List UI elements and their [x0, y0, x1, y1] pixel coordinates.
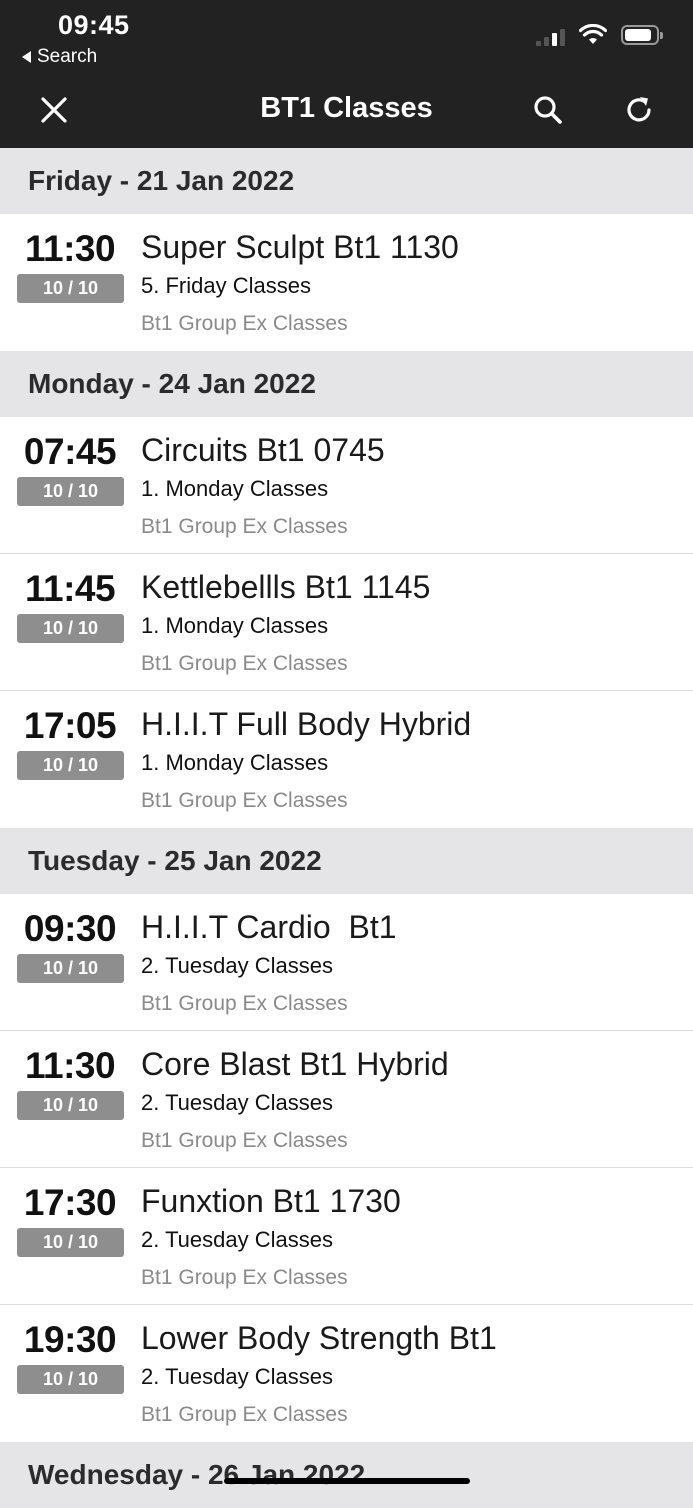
class-group: Bt1 Group Ex Classes — [141, 992, 348, 1015]
class-name: Lower Body Strength Bt1 — [141, 1320, 497, 1356]
back-arrow-icon — [22, 51, 31, 63]
class-row[interactable]: 11:30 10 / 10 Super Sculpt Bt1 1130 5. F… — [0, 214, 693, 351]
class-group: Bt1 Group Ex Classes — [141, 1403, 348, 1426]
class-group: Bt1 Group Ex Classes — [141, 789, 348, 812]
class-category: 5. Friday Classes — [141, 273, 311, 298]
page-title: BT1 Classes — [260, 92, 433, 124]
class-category: 2. Tuesday Classes — [141, 1227, 333, 1252]
class-name: H.I.I.T Cardio Bt1 — [141, 909, 397, 945]
class-group: Bt1 Group Ex Classes — [141, 1129, 348, 1152]
class-category: 2. Tuesday Classes — [141, 1090, 333, 1115]
class-name: Funxtion Bt1 1730 — [141, 1183, 401, 1219]
capacity-badge: 10 / 10 — [17, 477, 124, 506]
cellular-signal-icon — [536, 24, 565, 46]
class-category: 1. Monday Classes — [141, 476, 329, 501]
search-button[interactable] — [528, 90, 568, 130]
class-category: 2. Tuesday Classes — [141, 1364, 333, 1389]
class-name: Kettlebellls Bt1 1145 — [141, 569, 431, 605]
class-name: Circuits Bt1 0745 — [141, 432, 385, 468]
class-time: 11:45 — [24, 568, 116, 609]
class-row[interactable]: 17:30 10 / 10 Funxtion Bt1 1730 2. Tuesd… — [0, 1168, 693, 1305]
day-header: Friday - 21 Jan 2022 — [0, 148, 693, 214]
class-row[interactable]: 17:05 10 / 10 H.I.I.T Full Body Hybrid 1… — [0, 691, 693, 828]
status-time: 09:45 — [58, 10, 130, 40]
capacity-badge: 10 / 10 — [17, 1091, 124, 1120]
search-icon — [534, 96, 562, 124]
class-row[interactable]: 11:45 10 / 10 Kettlebellls Bt1 1145 1. M… — [0, 554, 693, 691]
home-indicator — [224, 1478, 470, 1484]
class-group: Bt1 Group Ex Classes — [141, 312, 348, 335]
day-header: Wednesday - 26 Jan 2022 — [0, 1442, 693, 1508]
class-name: Super Sculpt Bt1 1130 — [141, 229, 459, 265]
class-name: H.I.I.T Full Body Hybrid — [141, 706, 472, 742]
top-bar: 09:45 Search BT1 Classes — [0, 0, 693, 148]
day-header: Monday - 24 Jan 2022 — [0, 351, 693, 417]
class-group: Bt1 Group Ex Classes — [141, 1266, 348, 1289]
status-indicators — [536, 24, 663, 46]
battery-icon — [621, 25, 663, 45]
class-time: 09:30 — [23, 908, 117, 949]
class-category: 1. Monday Classes — [141, 613, 329, 638]
class-category: 2. Tuesday Classes — [141, 953, 333, 978]
refresh-icon — [627, 97, 651, 122]
capacity-badge: 10 / 10 — [17, 954, 124, 983]
capacity-badge: 10 / 10 — [17, 614, 124, 643]
class-time: 11:30 — [24, 1045, 116, 1086]
class-row[interactable]: 11:30 10 / 10 Core Blast Bt1 Hybrid 2. T… — [0, 1031, 693, 1168]
class-name: Core Blast Bt1 Hybrid — [141, 1046, 449, 1082]
class-row[interactable]: 19:30 10 / 10 Lower Body Strength Bt1 2.… — [0, 1305, 693, 1442]
class-time: 19:30 — [23, 1319, 117, 1360]
refresh-button[interactable] — [619, 90, 659, 130]
class-category: 1. Monday Classes — [141, 750, 329, 775]
capacity-badge: 10 / 10 — [17, 274, 124, 303]
day-header: Tuesday - 25 Jan 2022 — [0, 828, 693, 894]
class-time: 17:30 — [23, 1182, 117, 1223]
class-time: 11:30 — [24, 228, 116, 269]
class-row[interactable]: 09:30 10 / 10 H.I.I.T Cardio Bt1 2. Tues… — [0, 894, 693, 1031]
back-label: Search — [37, 46, 98, 67]
class-row[interactable]: 07:45 10 / 10 Circuits Bt1 0745 1. Monda… — [0, 417, 693, 554]
class-group: Bt1 Group Ex Classes — [141, 652, 348, 675]
wifi-icon — [579, 24, 607, 44]
class-time: 17:05 — [23, 705, 117, 746]
capacity-badge: 10 / 10 — [17, 751, 124, 780]
capacity-badge: 10 / 10 — [17, 1365, 124, 1394]
back-to-search-link[interactable]: Search — [22, 46, 97, 68]
class-group: Bt1 Group Ex Classes — [141, 515, 348, 538]
capacity-badge: 10 / 10 — [17, 1228, 124, 1257]
class-time: 07:45 — [23, 431, 117, 472]
class-list[interactable]: Friday - 21 Jan 2022 11:30 10 / 10 Super… — [0, 148, 693, 1508]
